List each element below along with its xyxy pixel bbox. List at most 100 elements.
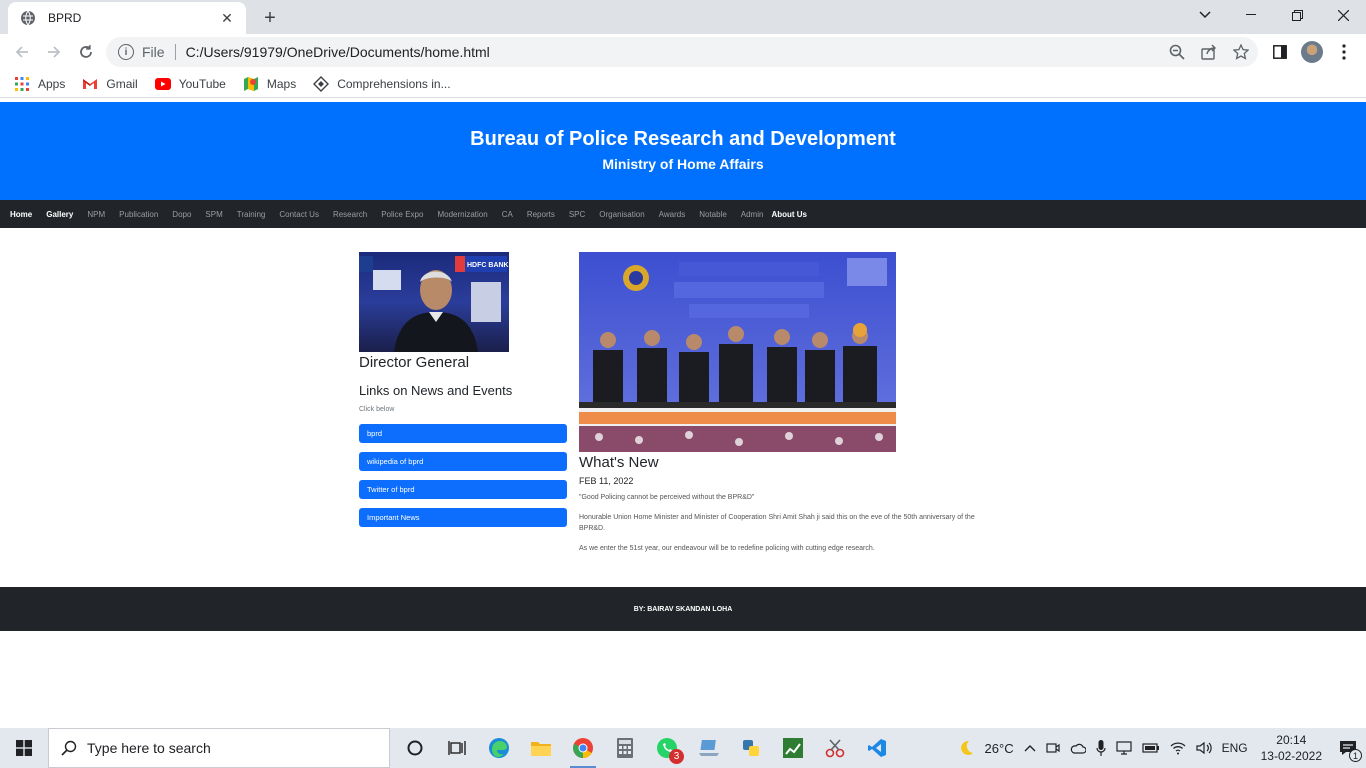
edge-icon[interactable] bbox=[478, 728, 520, 768]
windows-taskbar: Type here to search 3 26°C ENG 20:14 13-… bbox=[0, 728, 1366, 768]
zoom-icon[interactable] bbox=[1168, 43, 1186, 61]
url-text[interactable]: C:/Users/91979/OneDrive/Documents/home.h… bbox=[186, 44, 490, 60]
bookmark-comprehensions[interactable]: Comprehensions in... bbox=[313, 75, 451, 92]
news-paragraph: Honurable Union Home Minister and Minist… bbox=[579, 514, 975, 532]
restore-button[interactable] bbox=[1274, 0, 1320, 30]
nav-link-spm[interactable]: SPM bbox=[205, 210, 222, 219]
profile-avatar[interactable] bbox=[1298, 38, 1326, 66]
meet-now-icon[interactable] bbox=[1041, 728, 1065, 768]
file-explorer-icon[interactable] bbox=[520, 728, 562, 768]
browser-toolbar: i File C:/Users/91979/OneDrive/Documents… bbox=[0, 34, 1366, 70]
system-tray: 26°C ENG 20:14 13-02-2022 1 bbox=[952, 728, 1366, 768]
calculator-icon[interactable] bbox=[604, 728, 646, 768]
search-placeholder: Type here to search bbox=[87, 740, 211, 756]
web-page: Bureau of Police Research and Developmen… bbox=[0, 102, 1366, 728]
cortana-icon[interactable] bbox=[394, 728, 436, 768]
nav-link-gallery[interactable]: Gallery bbox=[46, 210, 73, 219]
taskbar-search-box[interactable]: Type here to search bbox=[48, 728, 390, 768]
clock[interactable]: 20:14 13-02-2022 bbox=[1253, 728, 1330, 768]
tab-title: BPRD bbox=[48, 11, 82, 25]
info-icon[interactable]: i bbox=[118, 44, 134, 60]
bookmark-label: YouTube bbox=[178, 76, 226, 91]
apps-grid-icon bbox=[14, 76, 30, 92]
battery-icon[interactable] bbox=[1137, 728, 1165, 768]
close-window-button[interactable] bbox=[1320, 0, 1366, 30]
onedrive-cloud-icon[interactable] bbox=[1065, 728, 1091, 768]
director-general-photo: HDFC BANK bbox=[359, 252, 509, 352]
browser-tab[interactable]: BPRD ✕ bbox=[8, 2, 246, 34]
chevron-up-icon[interactable] bbox=[1019, 728, 1041, 768]
weather-moon-icon[interactable] bbox=[952, 728, 980, 768]
nav-link-contact-us[interactable]: Contact Us bbox=[279, 210, 319, 219]
link-button-twitter[interactable]: Twitter of bprd bbox=[359, 480, 567, 499]
vscode-icon[interactable] bbox=[856, 728, 898, 768]
wifi-icon[interactable] bbox=[1165, 728, 1191, 768]
site-title: Bureau of Police Research and Developmen… bbox=[470, 128, 896, 150]
star-icon[interactable] bbox=[1232, 43, 1250, 61]
nav-link-police-expo[interactable]: Police Expo bbox=[381, 210, 423, 219]
bookmark-apps[interactable]: Apps bbox=[14, 76, 65, 92]
bookmark-site-icon bbox=[313, 75, 330, 92]
address-bar[interactable]: i File C:/Users/91979/OneDrive/Documents… bbox=[106, 37, 1258, 67]
nav-link-home[interactable]: Home bbox=[10, 210, 32, 219]
bookmark-youtube[interactable]: YouTube bbox=[154, 76, 226, 92]
clock-date: 13-02-2022 bbox=[1260, 749, 1322, 763]
minimize-button[interactable] bbox=[1228, 0, 1274, 30]
site-header: Bureau of Police Research and Developmen… bbox=[0, 102, 1366, 200]
bookmark-label: Comprehensions in... bbox=[337, 76, 451, 91]
task-view-icon[interactable] bbox=[436, 728, 478, 768]
back-arrow-icon[interactable] bbox=[8, 38, 36, 66]
bookmark-label: Maps bbox=[266, 76, 297, 91]
python-icon[interactable] bbox=[730, 728, 772, 768]
volume-icon[interactable] bbox=[1191, 728, 1217, 768]
notification-center-icon[interactable]: 1 bbox=[1330, 728, 1366, 768]
nav-link-spc[interactable]: SPC bbox=[569, 210, 585, 219]
tab-search-icon[interactable] bbox=[1182, 0, 1228, 30]
menu-kebab-icon[interactable] bbox=[1330, 38, 1358, 66]
link-button-wikipedia[interactable]: wikipedia of bprd bbox=[359, 452, 567, 471]
chrome-icon[interactable] bbox=[562, 728, 604, 768]
share-icon[interactable] bbox=[1200, 43, 1218, 61]
nav-link-modernization[interactable]: Modernization bbox=[437, 210, 487, 219]
news-quote: "Good Policing cannot be perceived witho… bbox=[579, 494, 755, 501]
snipping-tool-icon[interactable] bbox=[814, 728, 856, 768]
svg-text:HDFC BANK: HDFC BANK bbox=[467, 262, 509, 269]
nav-link-reports[interactable]: Reports bbox=[527, 210, 555, 219]
laptop-app-icon[interactable] bbox=[688, 728, 730, 768]
nav-link-publication[interactable]: Publication bbox=[119, 210, 158, 219]
whatsapp-icon[interactable]: 3 bbox=[646, 728, 688, 768]
reload-icon[interactable] bbox=[72, 38, 100, 66]
bookmark-maps[interactable]: Maps bbox=[243, 76, 296, 92]
microphone-icon[interactable] bbox=[1091, 728, 1111, 768]
nav-link-ca[interactable]: CA bbox=[502, 210, 513, 219]
forward-arrow-icon[interactable] bbox=[40, 38, 68, 66]
site-footer: BY: BAIRAV SKANDAN LOHA bbox=[0, 587, 1366, 631]
nav-link-training[interactable]: Training bbox=[237, 210, 266, 219]
chart-app-icon[interactable] bbox=[772, 728, 814, 768]
search-icon bbox=[61, 740, 77, 756]
links-hint: Click below bbox=[359, 406, 395, 413]
url-separator bbox=[174, 44, 176, 60]
nav-link-npm[interactable]: NPM bbox=[87, 210, 105, 219]
bookmark-gmail[interactable]: Gmail bbox=[82, 76, 138, 92]
nav-link-admin[interactable]: Admin bbox=[741, 210, 764, 219]
whatsapp-badge: 3 bbox=[669, 749, 684, 764]
maps-icon bbox=[243, 76, 259, 92]
new-tab-button[interactable]: + bbox=[258, 6, 282, 30]
nav-link-awards[interactable]: Awards bbox=[659, 210, 686, 219]
windows-start-icon[interactable] bbox=[0, 728, 48, 768]
nav-link-notable[interactable]: Notable bbox=[699, 210, 727, 219]
nav-link-about-us[interactable]: About Us bbox=[771, 210, 807, 219]
language-indicator[interactable]: ENG bbox=[1217, 728, 1253, 768]
side-panel-icon[interactable] bbox=[1266, 38, 1294, 66]
close-tab-icon[interactable]: ✕ bbox=[218, 9, 236, 27]
weather-temperature[interactable]: 26°C bbox=[980, 728, 1019, 768]
link-button-important-news[interactable]: Important News bbox=[359, 508, 567, 527]
event-photo bbox=[579, 252, 896, 452]
footer-credit: BY: BAIRAV SKANDAN LOHA bbox=[633, 605, 733, 613]
nav-link-research[interactable]: Research bbox=[333, 210, 367, 219]
nav-link-organisation[interactable]: Organisation bbox=[599, 210, 644, 219]
nav-link-dopo[interactable]: Dopo bbox=[172, 210, 191, 219]
link-button-bprd[interactable]: bprd bbox=[359, 424, 567, 443]
display-icon[interactable] bbox=[1111, 728, 1137, 768]
